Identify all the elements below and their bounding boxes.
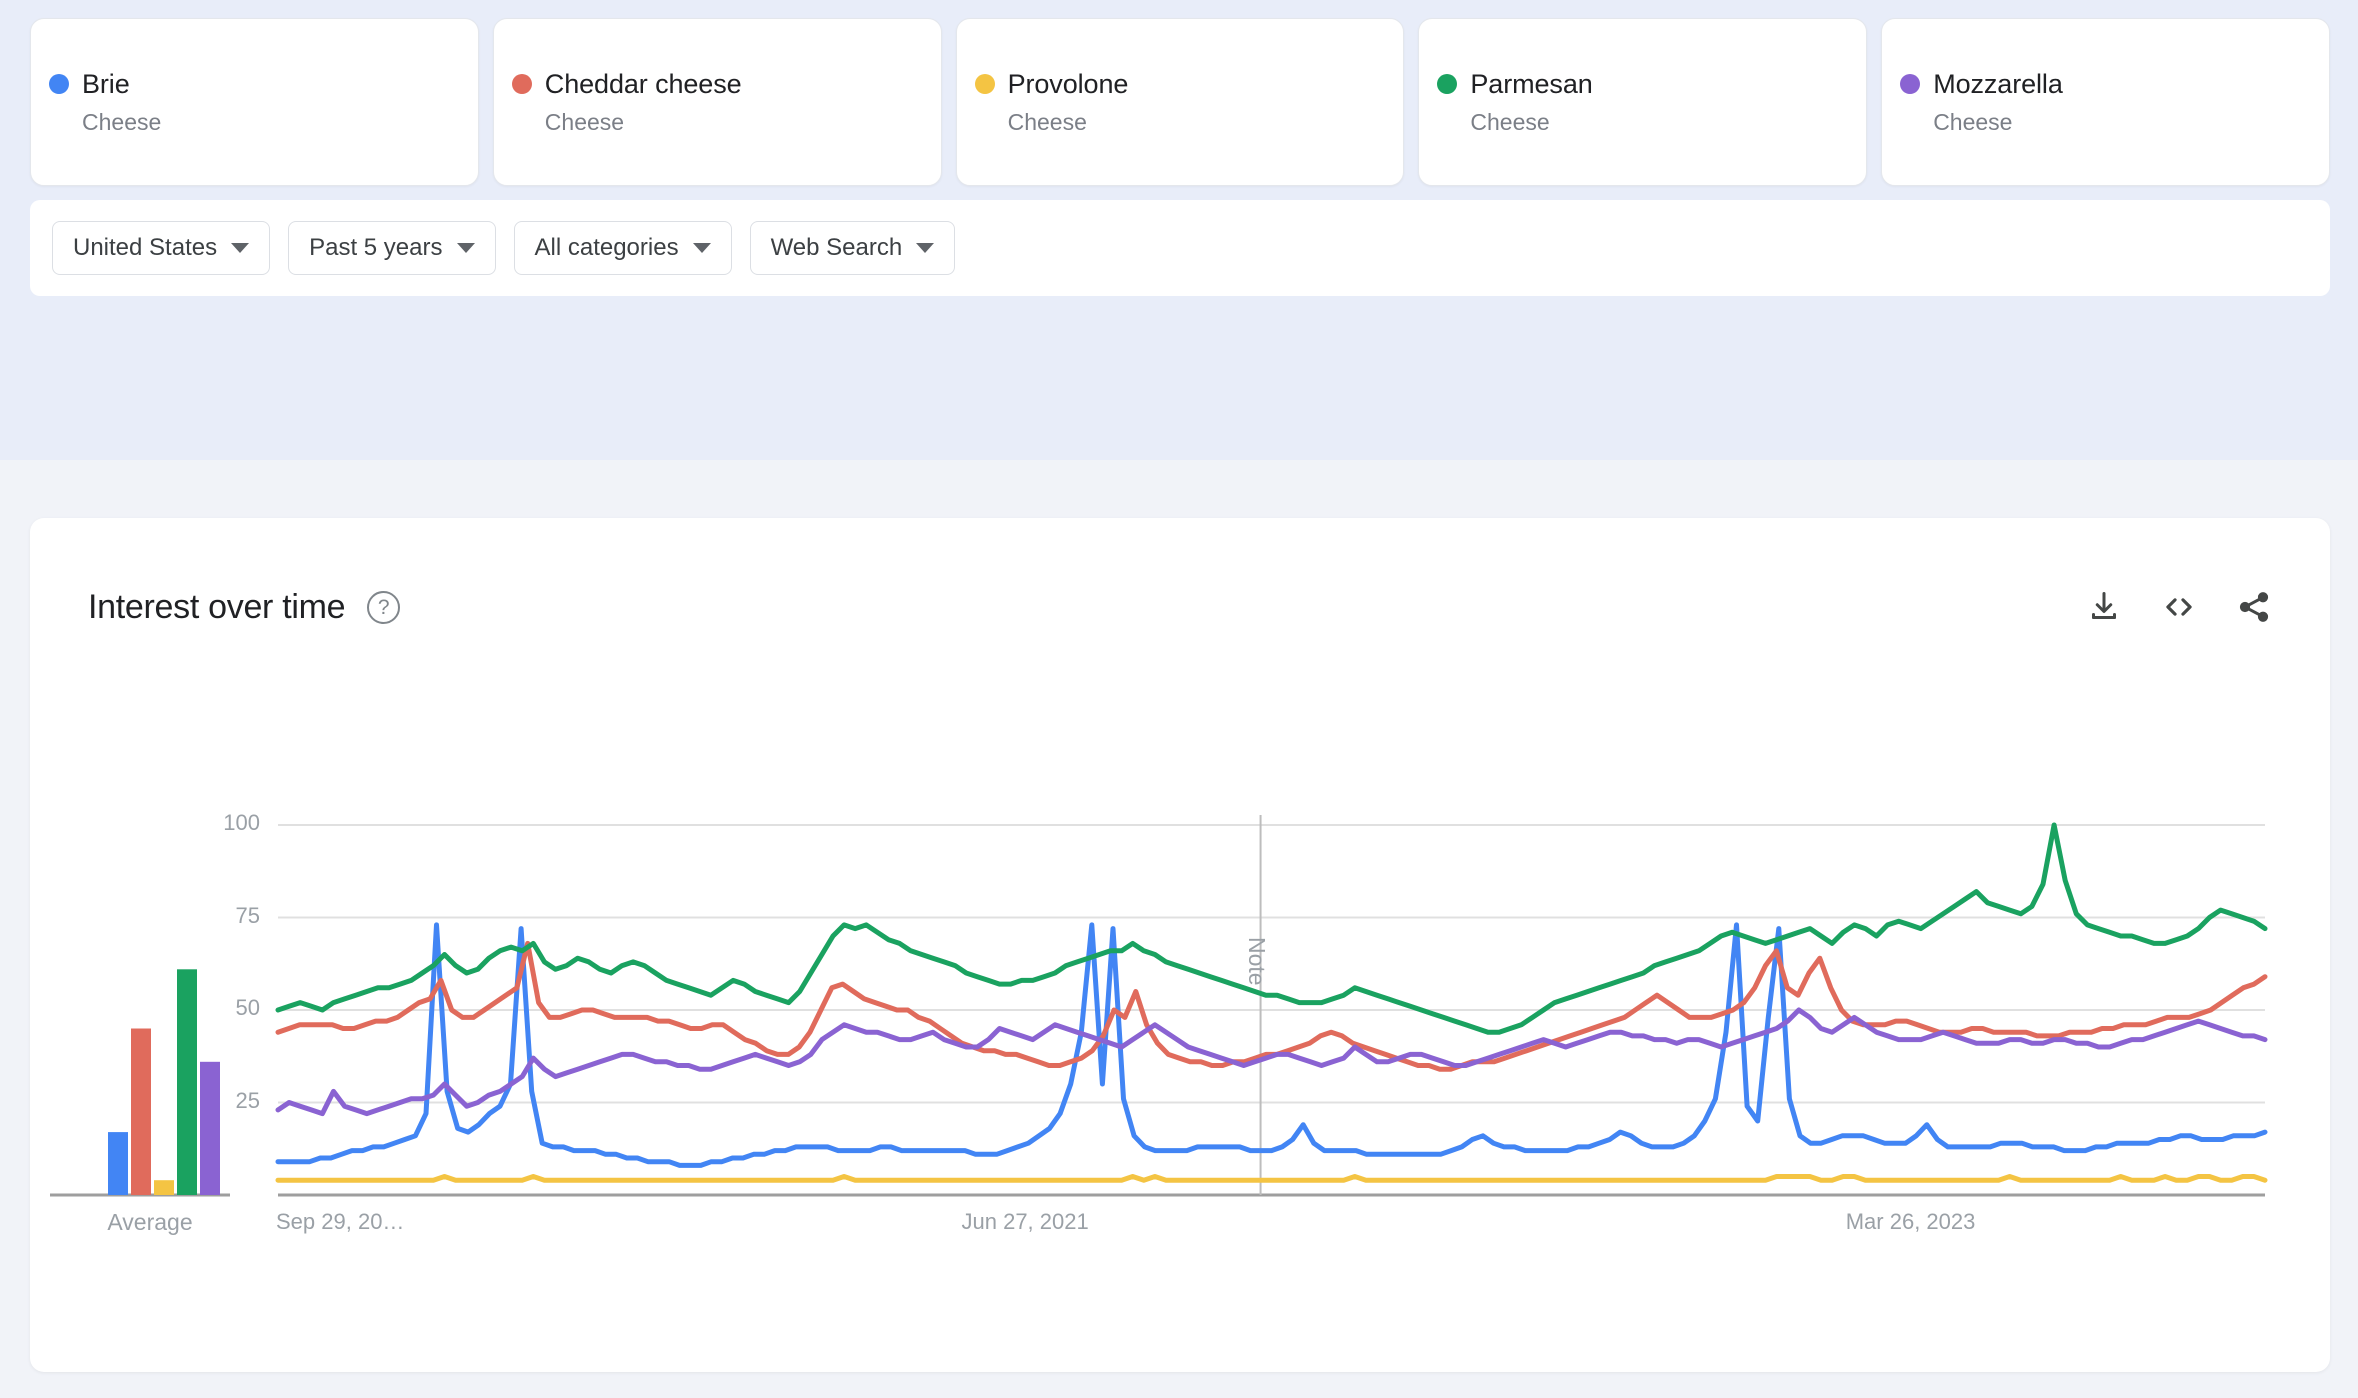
y-axis-tick-label: 25	[235, 1087, 260, 1113]
chevron-down-icon	[916, 243, 935, 253]
help-circle-icon[interactable]: ?	[367, 590, 401, 624]
interest-over-time-chart[interactable]	[30, 518, 2330, 1372]
y-axis-tick-label: 50	[235, 995, 260, 1020]
search-terms-row: Brie Cheese Cheddar cheese Cheese Provolone C…	[30, 18, 2330, 186]
search-term-title-row: Brie	[49, 68, 460, 100]
chart-note-marker-label: Note	[1243, 937, 1270, 986]
chart-plot-area: 25 50 75 100 Note Average Sep 29, 20… Jun 27, 2…	[30, 518, 2330, 1372]
interest-over-time-card: Interest over time ? 25 50 75 100 Note A…	[30, 518, 2330, 1372]
filter-bar: United States Past 5 years All categories W…	[30, 200, 2330, 296]
search-term-card[interactable]: Brie Cheese	[30, 18, 479, 186]
search-term-name: Parmesan	[1470, 69, 1593, 99]
series-color-dot	[974, 74, 995, 94]
search-term-name: Cheddar cheese	[544, 69, 742, 99]
series-color-dot	[1900, 74, 1921, 94]
filter-chip-web-search[interactable]: Web Search	[749, 221, 956, 275]
search-term-card[interactable]: Provolone Cheese	[955, 18, 1405, 186]
filter-label: United States	[73, 234, 218, 261]
series-color-dot	[1437, 74, 1458, 94]
series-color-dot	[49, 74, 69, 94]
search-term-title-row: Provolone	[974, 68, 1386, 100]
search-term-title-row: Parmesan	[1437, 68, 1848, 100]
search-term-subtitle: Cheese	[1007, 109, 1087, 135]
series-color-dot	[511, 74, 532, 94]
share-icon[interactable]	[2236, 589, 2272, 625]
embed-code-icon[interactable]	[2160, 588, 2198, 626]
search-term-name: Mozzarella	[1933, 69, 2063, 99]
search-term-subtitle: Cheese	[544, 109, 625, 135]
chevron-down-icon	[231, 243, 250, 253]
x-axis-tick-label: Jun 27, 2021	[961, 1209, 1089, 1234]
y-axis-tick-label: 100	[223, 810, 260, 835]
search-term-name: Brie	[82, 69, 130, 99]
y-axis-tick-label: 75	[235, 902, 260, 928]
filter-label: Web Search	[770, 234, 903, 261]
search-term-card[interactable]: Mozzarella Cheese	[1881, 18, 2330, 186]
chart-title-group: Interest over time ?	[88, 587, 401, 627]
chevron-down-icon	[456, 243, 475, 253]
search-term-card[interactable]: Cheddar cheese Cheese	[492, 18, 942, 186]
download-icon[interactable]	[2086, 589, 2122, 625]
search-term-subtitle: Cheese	[1933, 109, 2013, 135]
x-axis-tick-label: Sep 29, 20…	[276, 1209, 405, 1234]
search-term-card[interactable]: Parmesan Cheese	[1418, 18, 1868, 186]
filter-chip-past-5-years[interactable]: Past 5 years	[288, 221, 496, 275]
filter-chip-united-states[interactable]: United States	[52, 221, 271, 275]
average-axis-label: Average	[107, 1209, 193, 1235]
chevron-down-icon	[692, 243, 711, 253]
page-title: Interest over time	[88, 587, 346, 626]
search-term-title-row: Mozzarella	[1900, 68, 2311, 100]
search-term-subtitle: Cheese	[82, 109, 162, 135]
filter-label: Past 5 years	[309, 234, 443, 261]
x-axis-tick-label: Mar 26, 2023	[1845, 1209, 1976, 1234]
filter-chip-all-categories[interactable]: All categories	[513, 221, 732, 275]
chart-actions	[2086, 588, 2272, 626]
google-trends-page: Brie Cheese Cheddar cheese Cheese Provolone C…	[0, 0, 2358, 1398]
chart-header: Interest over time ?	[88, 582, 2272, 632]
filter-label: All categories	[534, 234, 679, 261]
search-term-title-row: Cheddar cheese	[511, 68, 923, 100]
search-term-subtitle: Cheese	[1470, 109, 1550, 135]
search-term-name: Provolone	[1007, 69, 1129, 99]
